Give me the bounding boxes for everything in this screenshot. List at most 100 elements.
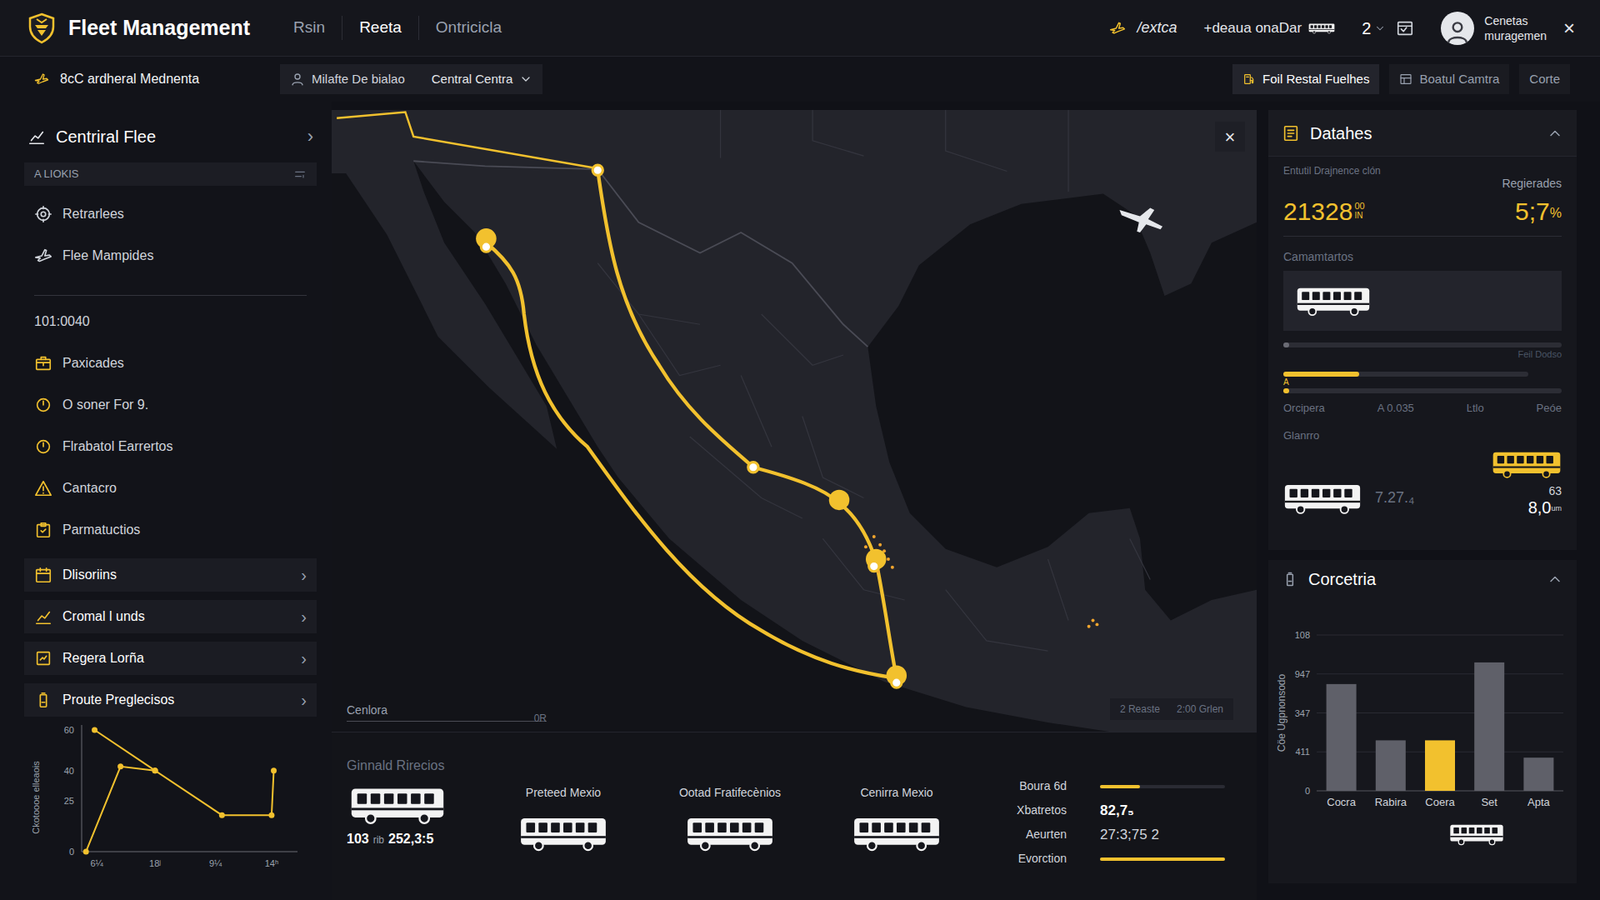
action-button[interactable]: Foil Restal Fuelhes [1232, 64, 1380, 95]
sidebar-item[interactable]: Flee Mampides [24, 235, 317, 277]
add-text: +deaua onaDar [1203, 17, 1302, 40]
sidebar-group[interactable]: Cromal l unds› [24, 600, 317, 634]
vehicle-card[interactable]: Ootad Fratifecènios [655, 784, 805, 852]
chart-icon [27, 127, 46, 146]
item-label: Paxicades [62, 353, 125, 374]
vehicle-readings: 7.27.₄638,0um [1283, 445, 1562, 518]
x-tick: 18ʲ [149, 858, 161, 869]
vehicle-card[interactable]: Cenirra Mexio [821, 784, 972, 852]
data-point[interactable] [83, 849, 90, 855]
stop-marker[interactable] [891, 677, 902, 688]
sidebar-item[interactable]: Cantacro [24, 467, 317, 510]
chart-icon [34, 607, 53, 626]
notification-count[interactable]: 2 [1361, 15, 1386, 41]
x-tick: Apta [1527, 795, 1551, 809]
kpi-sub: IN [1354, 210, 1365, 221]
total-kpi: 2132800IN [1283, 195, 1365, 228]
map-column: ×Cenlora0R2 Reaste2:00 Grlen Ginnald Rire… [331, 101, 1264, 900]
caret: › [300, 645, 307, 671]
track-marker: A [1283, 376, 1562, 389]
close-map-button[interactable]: × [1215, 121, 1245, 152]
sidebar-section-header[interactable]: Centriral Flee› [24, 120, 317, 153]
chevron-up-icon [1546, 125, 1564, 142]
avatar[interactable] [1440, 11, 1475, 45]
data-point[interactable] [270, 767, 277, 774]
sidebar-group[interactable]: Dlisoriins› [24, 558, 317, 592]
data-point[interactable] [152, 767, 159, 774]
route-map[interactable]: ×Cenlora0R2 Reaste2:00 Grlen [331, 110, 1257, 732]
sidebar-item[interactable]: Paxicades [24, 342, 317, 385]
stop-marker[interactable] [480, 241, 491, 252]
y-tick: 25 [64, 795, 75, 806]
bar[interactable] [1523, 757, 1554, 791]
sidebar-group[interactable]: Proute Preglecisos› [24, 683, 317, 717]
stop-marker[interactable] [869, 560, 880, 571]
x-tick: Set [1480, 795, 1498, 809]
vehicle-stats: 103rib252,3:5 [346, 829, 455, 850]
collapse-button[interactable] [1546, 125, 1564, 142]
stat-unit: rib [373, 832, 385, 848]
bar[interactable] [1326, 684, 1357, 791]
data-point[interactable] [268, 812, 275, 819]
reading-unit: um [1550, 503, 1562, 515]
section-title: Centriral Flee [55, 124, 156, 150]
close-button[interactable]: × [1563, 13, 1575, 44]
bar[interactable] [1375, 740, 1406, 791]
stop-marker[interactable] [748, 462, 759, 473]
nav-tab[interactable]: Reeta [341, 15, 419, 40]
action-button[interactable]: Corte [1519, 64, 1570, 95]
section-label: Camamtartos [1283, 248, 1562, 266]
clock-icon [34, 437, 53, 456]
plane-icon [34, 246, 53, 265]
data-point[interactable] [152, 767, 159, 774]
sidebar-item[interactable]: Retrarlees [24, 193, 317, 235]
kpi-value: 5;7 [1515, 195, 1550, 228]
route-line[interactable] [597, 170, 897, 678]
action-label: Boatul Camtra [1419, 70, 1500, 90]
progress-fill [1283, 388, 1290, 394]
bar[interactable] [1474, 662, 1505, 791]
stop-marker[interactable] [829, 490, 850, 510]
fuel-icon [1242, 72, 1256, 86]
filter-label: Milafte De bialao [311, 70, 405, 90]
vehicle-card[interactable]: Preteed Mexio [488, 784, 639, 852]
vehicle-card[interactable]: Ginnald Rirecios103rib252,3:5 [346, 755, 455, 850]
map-canvas[interactable] [331, 110, 1257, 732]
report-icon [34, 649, 53, 668]
filter-dropdown[interactable]: Milafte De bialaoCentral Centra [280, 64, 543, 95]
action-button[interactable]: Boatul Camtra [1389, 64, 1510, 95]
reading-top: 63 [1548, 484, 1562, 498]
data-point[interactable] [117, 763, 124, 770]
bus-icon [1308, 21, 1335, 35]
bar[interactable] [1425, 740, 1455, 791]
legend-item: 2:00 Grlen [1176, 701, 1224, 717]
bar-chart: 1089473474110Cöe UgpnonsodoCocraRabiraCo… [1268, 598, 1577, 820]
item-label: Cantacro [62, 478, 117, 499]
metric-label: Evorction [1016, 846, 1067, 871]
y-tick: 60 [64, 725, 75, 735]
vehicle-preview [1283, 270, 1562, 331]
data-point[interactable] [91, 727, 98, 734]
route-line[interactable] [485, 242, 892, 678]
sidebar-item[interactable]: Flrabatol Earrertos [24, 425, 317, 468]
external-link[interactable]: /extca [1105, 16, 1177, 40]
nav-tab[interactable]: Rsin [276, 15, 342, 40]
stat-reading: 252,3:5 [388, 829, 434, 850]
sidebar-item[interactable]: O soner For 9. [24, 384, 317, 426]
window-button[interactable] [1395, 19, 1415, 38]
reading: 7.27.₄ [1375, 486, 1415, 510]
collapse-button[interactable] [1546, 570, 1564, 588]
sidebar-item[interactable]: Parmatuctios [24, 509, 317, 551]
sidebar-chart: 60402506¼18ʲ9¼14ʰCkotoooe elleaois [24, 718, 317, 877]
add-button[interactable]: +deaua onaDar [1203, 17, 1335, 40]
sidebar-group[interactable]: Regera Lorña› [24, 641, 317, 675]
series-line [85, 766, 274, 852]
x-tick: Coera [1425, 795, 1455, 809]
data-point[interactable] [219, 812, 225, 819]
kpi-unit: % [1550, 203, 1562, 224]
item-label: Flrabatol Earrertos [62, 436, 174, 457]
nav-tab[interactable]: Ontricicla [418, 15, 519, 40]
caret: › [300, 687, 307, 713]
details-body: Entutil Drajnence clónRegierades2132800I… [1268, 156, 1577, 518]
stop-marker[interactable] [592, 165, 603, 175]
